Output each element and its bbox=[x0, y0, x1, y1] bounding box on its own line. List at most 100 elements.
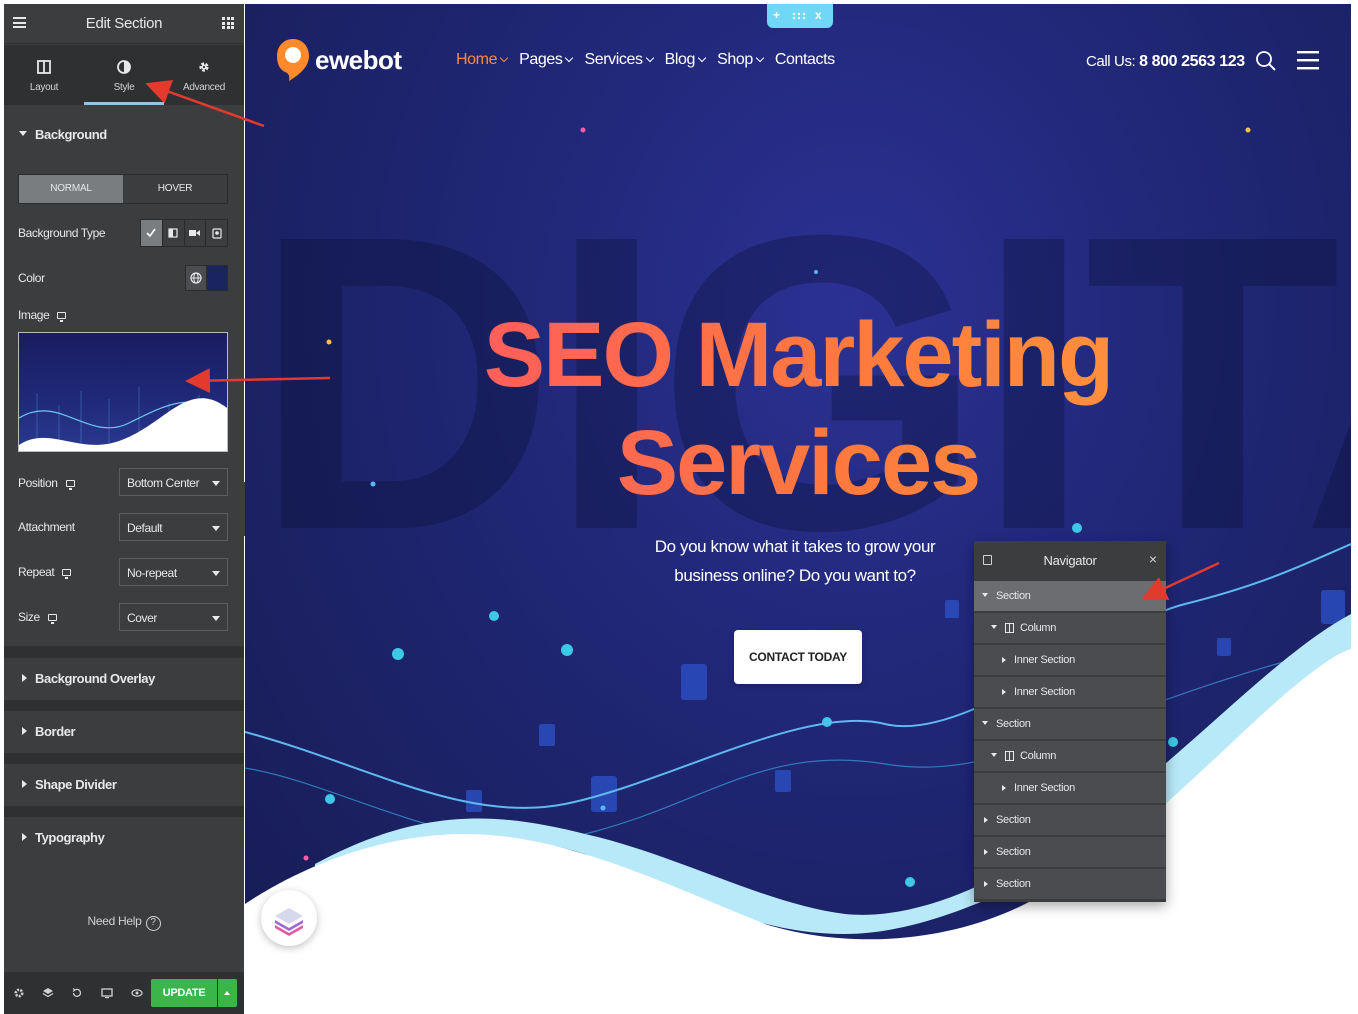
caret-right-icon[interactable] bbox=[1002, 657, 1006, 663]
contact-today-button[interactable]: CONTACT TODAY bbox=[734, 630, 862, 684]
nav-item-home[interactable]: Home bbox=[456, 51, 509, 69]
dropdown-arrow-icon bbox=[212, 526, 220, 531]
navigator-row[interactable]: Section bbox=[974, 581, 1166, 612]
hero-title-line-2: Services bbox=[245, 410, 1351, 518]
navigator-row[interactable]: Inner Section bbox=[974, 773, 1166, 804]
caret-right-icon bbox=[22, 780, 27, 788]
state-tab-hover[interactable]: HOVER bbox=[123, 175, 227, 203]
bg-type-gradient-option[interactable] bbox=[161, 220, 184, 246]
repeat-select[interactable]: No-repeat bbox=[119, 558, 228, 586]
tab-layout[interactable]: Layout bbox=[4, 45, 84, 105]
section-shape-divider-toggle[interactable]: Shape Divider bbox=[4, 764, 244, 806]
caret-right-icon[interactable] bbox=[1002, 785, 1006, 791]
widgets-grid-icon[interactable] bbox=[222, 17, 234, 29]
slideshow-icon bbox=[212, 227, 222, 239]
nav-services-label: Services bbox=[584, 51, 643, 68]
navigator-row[interactable]: Section bbox=[974, 709, 1166, 740]
color-swatch[interactable] bbox=[207, 265, 228, 291]
close-icon[interactable]: × bbox=[1149, 551, 1157, 567]
responsive-desktop-icon[interactable] bbox=[47, 614, 57, 624]
section-background-overlay-title: Background Overlay bbox=[35, 671, 155, 686]
navigator-row[interactable]: Section bbox=[974, 837, 1166, 868]
section-background-toggle[interactable]: Background bbox=[4, 114, 244, 156]
layers-icon[interactable] bbox=[42, 987, 54, 999]
attachment-value: Default bbox=[127, 521, 163, 535]
caret-right-icon[interactable] bbox=[1002, 689, 1006, 695]
nav-blog-label: Blog bbox=[664, 51, 696, 68]
hero-subtitle-line-1: Do you know what it takes to grow your bbox=[654, 537, 936, 556]
drag-handle-icon[interactable] bbox=[792, 12, 806, 20]
nav-item-contacts[interactable]: Contacts bbox=[775, 51, 835, 69]
caret-down-icon[interactable] bbox=[991, 753, 997, 757]
hamburger-menu-icon[interactable] bbox=[1297, 50, 1319, 70]
hero-subtitle-line-2: business online? Do you want to? bbox=[674, 566, 916, 585]
tab-advanced[interactable]: Advanced bbox=[164, 45, 244, 105]
hero-title-line-1: SEO Marketing bbox=[245, 302, 1351, 410]
caret-right-icon[interactable] bbox=[984, 817, 988, 823]
caret-down-icon[interactable] bbox=[982, 721, 988, 725]
preview-eye-icon[interactable] bbox=[131, 987, 143, 999]
caret-down-icon[interactable] bbox=[991, 625, 997, 629]
position-label-row: Position bbox=[18, 476, 75, 490]
add-section-icon[interactable]: + bbox=[773, 8, 780, 22]
responsive-mode-icon[interactable] bbox=[101, 987, 113, 999]
search-icon[interactable] bbox=[1255, 50, 1277, 72]
nav-item-pages[interactable]: Pages bbox=[519, 51, 574, 69]
color-label: Color bbox=[18, 271, 45, 285]
navigator-header[interactable]: Navigator × bbox=[974, 541, 1166, 579]
section-handle[interactable]: + x bbox=[767, 4, 833, 28]
bg-type-video-option[interactable] bbox=[183, 220, 206, 246]
column-icon bbox=[1005, 751, 1014, 761]
navigator-row[interactable]: Section bbox=[974, 869, 1166, 900]
bg-type-none-option[interactable] bbox=[141, 220, 162, 246]
navigator-row[interactable]: Inner Section bbox=[974, 677, 1166, 708]
section-typography-toggle[interactable]: Typography bbox=[4, 817, 244, 859]
navigator-row[interactable]: Column bbox=[974, 613, 1166, 644]
section-background-overlay-toggle[interactable]: Background Overlay bbox=[4, 658, 244, 700]
responsive-desktop-icon[interactable] bbox=[57, 312, 67, 322]
nav-item-shop[interactable]: Shop bbox=[717, 51, 765, 69]
position-label: Position bbox=[18, 476, 58, 490]
attachment-select[interactable]: Default bbox=[119, 513, 228, 541]
call-us[interactable]: Call Us: 8 800 2563 123 bbox=[1086, 53, 1245, 71]
save-options-button[interactable] bbox=[218, 979, 237, 1007]
background-image-preview[interactable] bbox=[18, 332, 228, 452]
panel-header: Edit Section bbox=[4, 4, 244, 44]
update-button[interactable]: UPDATE bbox=[151, 979, 217, 1007]
settings-gear-icon[interactable] bbox=[13, 987, 25, 999]
panel-title: Edit Section bbox=[85, 15, 163, 32]
image-label: Image bbox=[18, 308, 50, 322]
attachment-label: Attachment bbox=[18, 520, 75, 534]
nav-item-blog[interactable]: Blog bbox=[664, 51, 707, 69]
nav-contacts-label: Contacts bbox=[774, 51, 835, 68]
caret-right-icon[interactable] bbox=[984, 881, 988, 887]
navigator-row[interactable]: Column bbox=[974, 741, 1166, 772]
section-border-toggle[interactable]: Border bbox=[4, 711, 244, 753]
caret-right-icon[interactable] bbox=[984, 849, 988, 855]
global-color-button[interactable] bbox=[185, 265, 207, 291]
navigator-row-label: Section bbox=[996, 590, 1031, 602]
state-tab-normal[interactable]: NORMAL bbox=[19, 175, 123, 203]
tab-style[interactable]: Style bbox=[84, 45, 164, 105]
size-value: Cover bbox=[127, 611, 158, 625]
responsive-desktop-icon[interactable] bbox=[65, 480, 75, 490]
position-select[interactable]: Bottom Center bbox=[119, 468, 228, 496]
navigator-row-label: Section bbox=[996, 878, 1031, 890]
responsive-desktop-icon[interactable] bbox=[62, 569, 72, 579]
delete-section-icon[interactable]: x bbox=[815, 8, 822, 22]
nav-item-services[interactable]: Services bbox=[584, 51, 654, 69]
caret-down-icon[interactable] bbox=[982, 593, 988, 597]
need-help-link[interactable]: Need Help? bbox=[4, 914, 244, 931]
navigator-row[interactable]: Inner Section bbox=[974, 645, 1166, 676]
chevron-down-icon bbox=[499, 53, 509, 63]
help-icon: ? bbox=[145, 916, 161, 931]
history-icon[interactable] bbox=[71, 987, 83, 999]
floating-stack-button[interactable] bbox=[261, 890, 317, 946]
video-icon bbox=[189, 230, 201, 236]
check-icon bbox=[146, 228, 157, 238]
chevron-down-icon bbox=[565, 53, 574, 63]
navigator-row[interactable]: Section bbox=[974, 805, 1166, 836]
size-select[interactable]: Cover bbox=[119, 603, 228, 631]
bg-type-slideshow-option[interactable] bbox=[205, 220, 227, 246]
site-logo[interactable]: ewebot bbox=[275, 34, 402, 86]
